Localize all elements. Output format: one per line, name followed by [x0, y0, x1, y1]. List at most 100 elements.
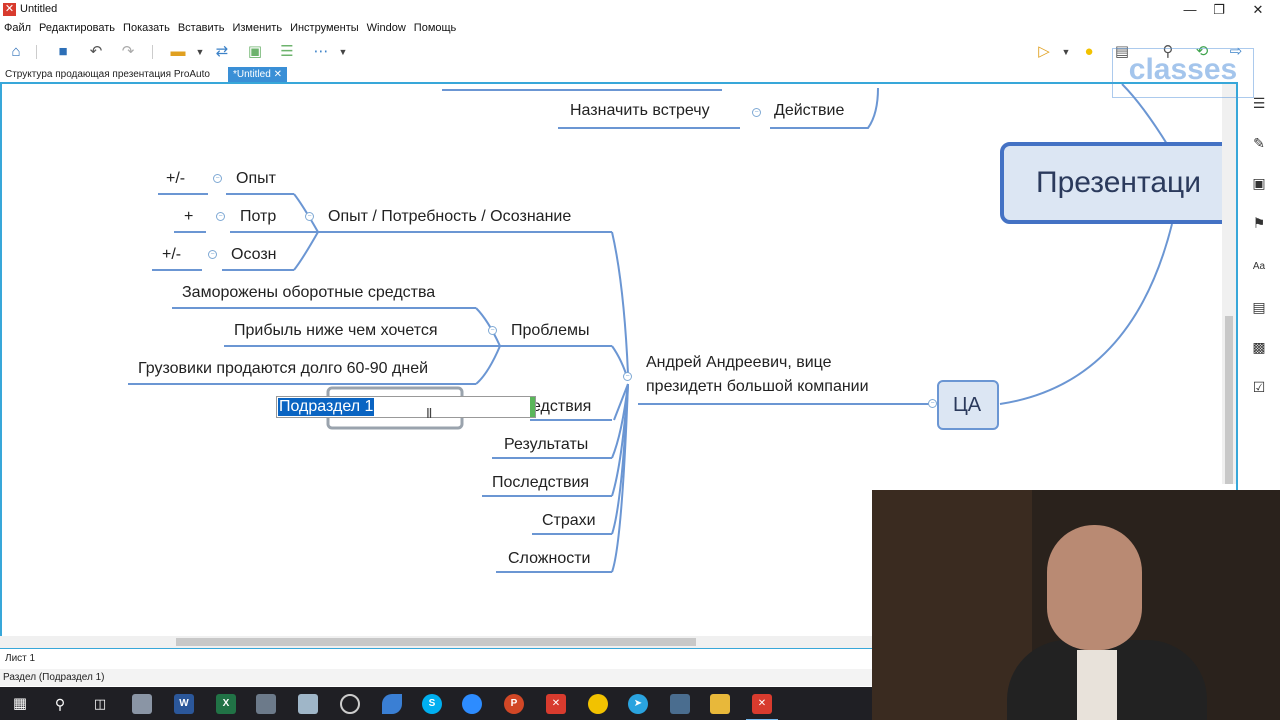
collapse-toggle-icon[interactable]: − [208, 250, 217, 259]
marker-need[interactable]: + [184, 208, 193, 226]
topic-ca[interactable]: ЦА [937, 380, 999, 430]
title-bar: ✕ Untitled — ❐ ✕ [0, 0, 1280, 20]
collapse-toggle-icon[interactable]: − [623, 372, 632, 381]
excel-icon[interactable]: X [216, 694, 236, 714]
window-title: Untitled [20, 3, 58, 15]
collapse-toggle-icon[interactable]: − [752, 108, 761, 117]
lightbulb-icon[interactable]: ● [1079, 42, 1099, 62]
chevron-down-icon[interactable]: ▼ [1056, 42, 1076, 62]
topic-experience[interactable]: Опыт [236, 170, 276, 188]
app-icon[interactable] [382, 694, 402, 714]
chevron-down-icon[interactable]: ▼ [190, 42, 210, 62]
tab-close-icon[interactable]: ✕ [274, 69, 282, 80]
collapse-toggle-icon[interactable]: − [305, 212, 314, 221]
notes-icon[interactable]: ▤ [1250, 298, 1268, 316]
collapse-toggle-icon[interactable]: − [213, 174, 222, 183]
search-icon[interactable]: ⚲ [50, 694, 70, 714]
flag-icon[interactable]: ⚑ [1250, 214, 1268, 232]
menu-window[interactable]: Window [367, 20, 406, 36]
connector-line [475, 345, 501, 385]
obs-icon[interactable] [340, 694, 360, 714]
watermark-logo: classes [1112, 48, 1254, 98]
home-icon[interactable]: ⌂ [6, 42, 26, 62]
topic-action[interactable]: Действие [774, 102, 844, 120]
app-icon[interactable] [670, 694, 690, 714]
tab-label: *Untitled [233, 69, 271, 80]
tab-untitled[interactable]: *Untitled ✕ [228, 67, 287, 82]
collapse-toggle-icon[interactable]: − [928, 399, 937, 408]
topic-problems[interactable]: Проблемы [511, 322, 589, 340]
topic-persona-line2[interactable]: президетн большой компании [646, 378, 869, 396]
topic-meeting[interactable]: Назначить встречу [570, 102, 710, 120]
presenter-collar [1077, 650, 1117, 720]
collapse-toggle-icon[interactable]: − [488, 326, 497, 335]
app-icon[interactable] [132, 694, 152, 714]
topic-difficulties[interactable]: Сложности [508, 550, 591, 568]
toolbar-separator [152, 45, 153, 59]
topic-awareness[interactable]: Осозн [231, 246, 277, 264]
toolbar-separator [36, 45, 37, 59]
topic-problem-2[interactable]: Прибыль ниже чем хочется [234, 322, 438, 340]
topic-persona-line1[interactable]: Андрей Андреевич, вице [646, 354, 832, 372]
text-style-icon[interactable]: Aa [1250, 258, 1268, 276]
undo-icon[interactable]: ↶ [86, 42, 106, 62]
word-icon[interactable]: W [174, 694, 194, 714]
central-topic[interactable]: Презентаци [1000, 142, 1236, 224]
tab-proauto[interactable]: Структура продающая презентация ProAuto [0, 67, 215, 82]
xmind-active-icon[interactable]: ✕ [746, 694, 778, 720]
more-icon[interactable]: ⋯ [311, 42, 331, 62]
topic-problem-3[interactable]: Грузовики продаются долго 60-90 дней [138, 360, 428, 378]
image-icon[interactable]: ▣ [1250, 174, 1268, 192]
menu-edit[interactable]: Редактировать [39, 20, 115, 36]
relationship-icon[interactable]: ⇄ [212, 42, 232, 62]
xmind-icon[interactable]: ✕ [546, 694, 566, 714]
topic-experience-need-awareness[interactable]: Опыт / Потребность / Осознание [328, 208, 571, 226]
topic-need[interactable]: Потр [240, 208, 276, 226]
topic-consequences-partial[interactable]: едствия [532, 398, 591, 416]
status-text: Раздел (Подраздел 1) [3, 672, 105, 683]
topic-ca-label: ЦА [953, 394, 982, 416]
skype-icon[interactable]: S [422, 694, 442, 714]
menu-file[interactable]: Файл [4, 20, 31, 36]
menu-insert[interactable]: Вставить [178, 20, 225, 36]
presentation-icon[interactable]: ▷ [1034, 42, 1054, 62]
file-explorer-icon[interactable] [710, 694, 730, 714]
marker-experience[interactable]: +/- [166, 170, 185, 188]
horizontal-scrollbar[interactable] [0, 636, 872, 648]
chrome-icon[interactable] [588, 694, 608, 714]
comment-icon[interactable]: ▩ [1250, 338, 1268, 356]
restore-button[interactable]: ❐ [1201, 0, 1237, 20]
task-icon[interactable]: ☑ [1250, 378, 1268, 396]
topic-edit-input[interactable]: Подраздел 1 [276, 396, 536, 418]
collapse-toggle-icon[interactable]: − [216, 212, 225, 221]
sheet-tab[interactable]: Лист 1 [5, 653, 35, 664]
menu-tools[interactable]: Инструменты [290, 20, 359, 36]
horizontal-scroll-thumb[interactable] [176, 638, 696, 646]
telegram-icon[interactable]: ➤ [628, 694, 648, 714]
notes-app-icon[interactable] [298, 694, 318, 714]
windows-taskbar: ▦ ⚲ ◫ W X S P ✕ ➤ ✕ [0, 687, 872, 720]
menu-modify[interactable]: Изменить [232, 20, 282, 36]
topic-icon[interactable]: ▬ [168, 42, 188, 62]
topic-results[interactable]: Результаты [504, 436, 588, 454]
topic-problem-1[interactable]: Заморожены оборотные средства [182, 284, 435, 302]
topic-fears[interactable]: Страхи [542, 512, 596, 530]
format-brush-icon[interactable]: ✎ [1250, 134, 1268, 152]
redo-icon[interactable]: ↷ [118, 42, 138, 62]
menu-view[interactable]: Показать [123, 20, 170, 36]
summary-icon[interactable]: ☰ [277, 42, 297, 62]
menu-help[interactable]: Помощь [414, 20, 457, 36]
task-view-icon[interactable]: ◫ [90, 694, 110, 714]
zoom-icon[interactable] [462, 694, 482, 714]
close-button[interactable]: ✕ [1240, 0, 1276, 20]
vertical-scroll-thumb[interactable] [1225, 316, 1233, 484]
windows-start-icon[interactable]: ▦ [10, 694, 30, 714]
topic-consequences[interactable]: Последствия [492, 474, 589, 492]
powerpoint-icon[interactable]: P [504, 694, 524, 714]
vertical-scrollbar[interactable] [1222, 84, 1236, 484]
save-icon[interactable]: ■ [53, 42, 73, 62]
boundary-icon[interactable]: ▣ [245, 42, 265, 62]
marker-awareness[interactable]: +/- [162, 246, 181, 264]
calculator-icon[interactable] [256, 694, 276, 714]
chevron-down-icon[interactable]: ▼ [333, 42, 353, 62]
